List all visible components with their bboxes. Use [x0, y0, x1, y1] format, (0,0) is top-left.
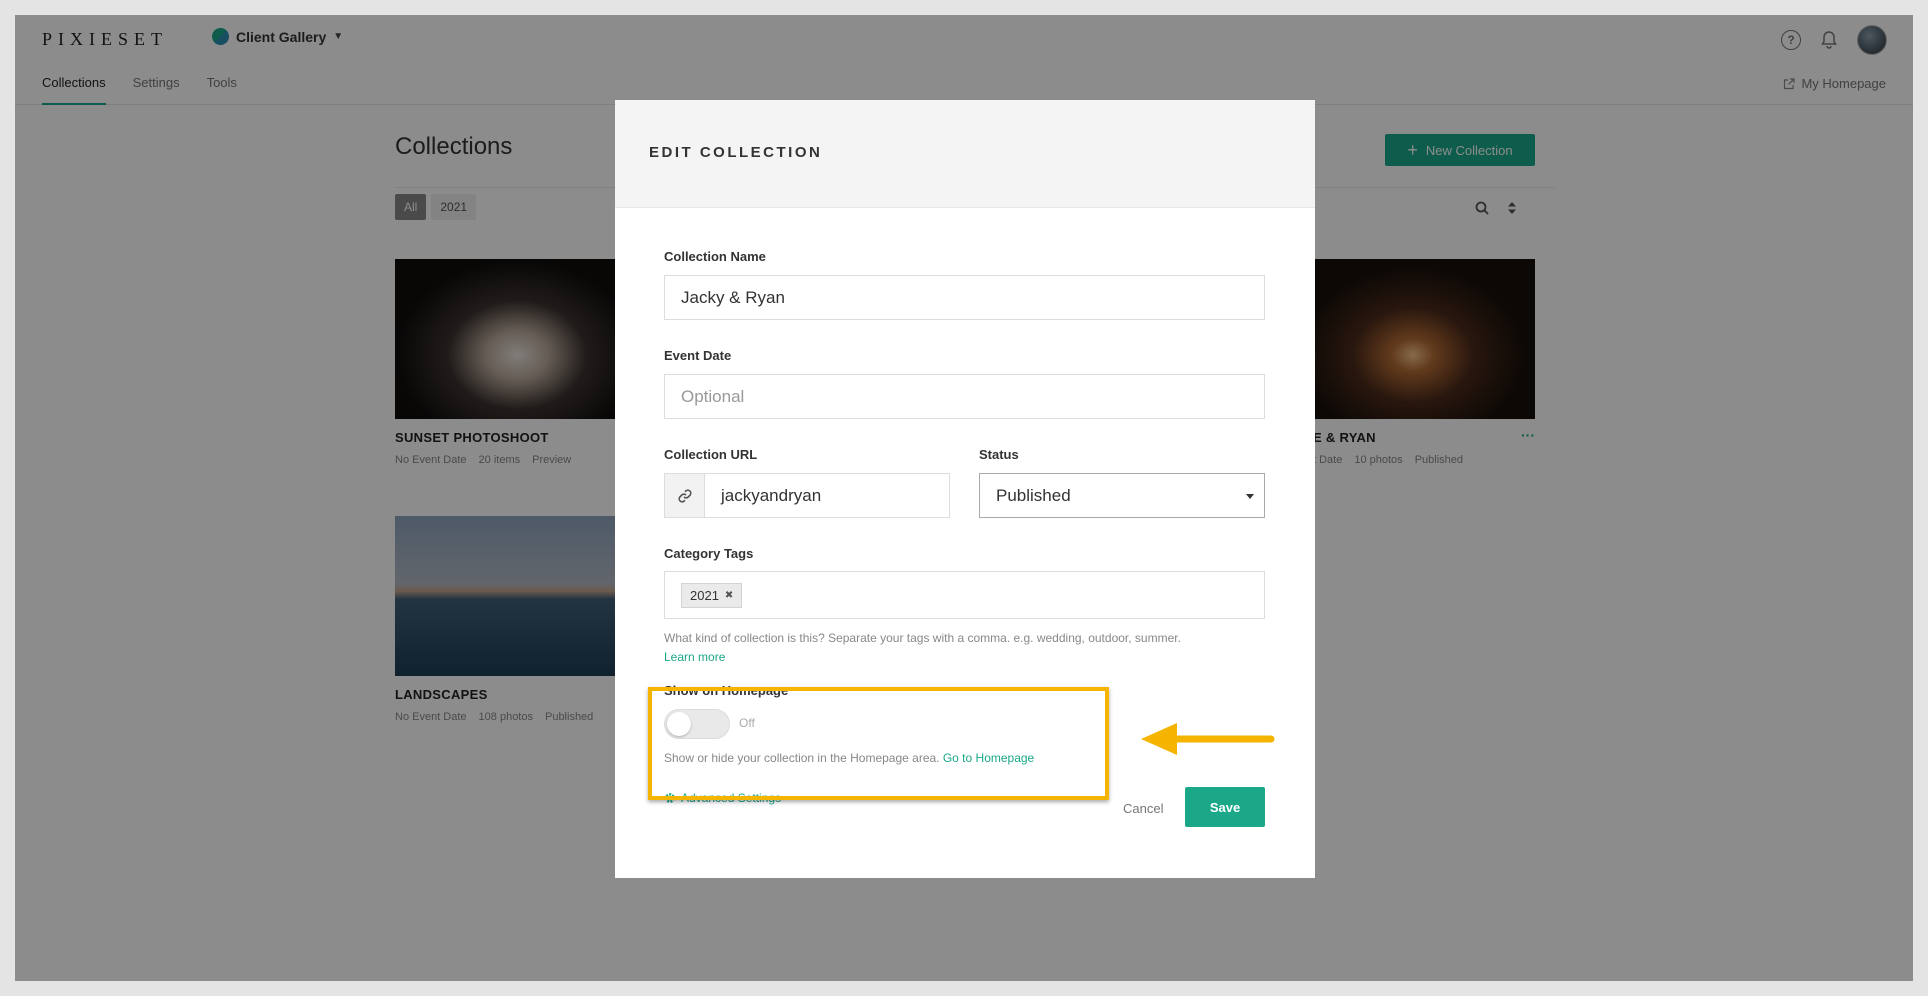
- callout-highlight-box: [648, 687, 1109, 800]
- collection-url-label: Collection URL: [664, 447, 758, 462]
- collection-name-label: Collection Name: [664, 249, 766, 264]
- collection-name-input[interactable]: Jacky & Ryan: [664, 275, 1265, 320]
- modal-title: EDIT COLLECTION: [649, 144, 823, 161]
- caret-down-icon: [1246, 494, 1254, 499]
- cancel-button[interactable]: Cancel: [1123, 801, 1163, 816]
- category-tags-help: What kind of collection is this? Separat…: [664, 631, 1181, 645]
- learn-more-link[interactable]: Learn more: [664, 650, 725, 664]
- status-label: Status: [979, 447, 1019, 462]
- status-select[interactable]: Published: [979, 473, 1265, 518]
- collection-url-input[interactable]: jackyandryan: [705, 474, 821, 517]
- status-value: Published: [996, 485, 1071, 505]
- collection-url-field[interactable]: jackyandryan: [664, 473, 950, 518]
- event-date-input[interactable]: Optional: [664, 374, 1265, 419]
- category-tags-label: Category Tags: [664, 546, 754, 561]
- link-icon: [665, 474, 705, 517]
- tag-chip: 2021 ✖: [681, 582, 743, 608]
- remove-tag-icon[interactable]: ✖: [725, 590, 733, 601]
- callout-arrow-icon: [1141, 723, 1275, 755]
- modal-header: EDIT COLLECTION: [615, 100, 1315, 208]
- app-window: PIXIESET Client Gallery ▼ ? Collections …: [15, 15, 1913, 981]
- event-date-label: Event Date: [664, 348, 732, 363]
- save-button[interactable]: Save: [1185, 787, 1265, 827]
- tag-label: 2021: [690, 587, 719, 603]
- category-tags-input[interactable]: 2021 ✖: [664, 571, 1265, 619]
